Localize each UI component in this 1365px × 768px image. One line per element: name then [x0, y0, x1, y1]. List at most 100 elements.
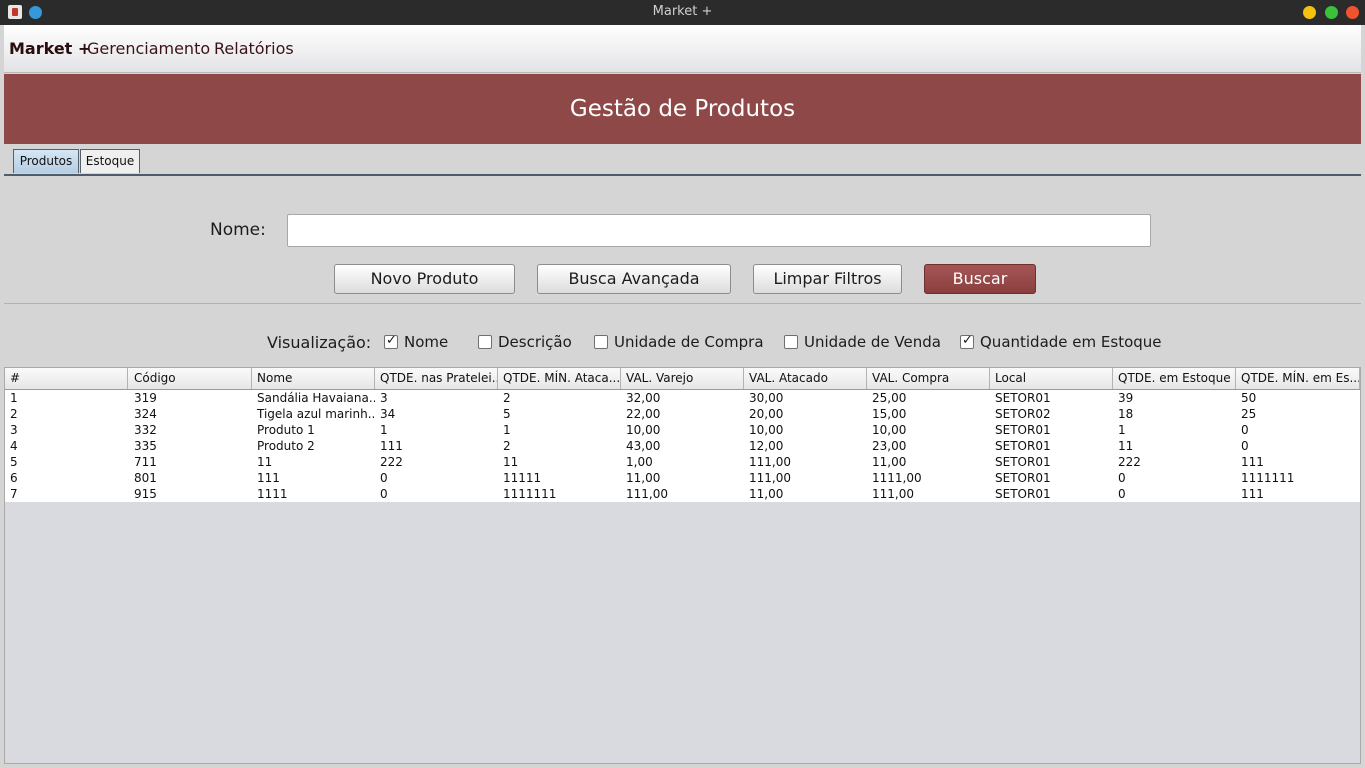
table-cell: 7 — [10, 487, 18, 501]
table-cell: SETOR01 — [995, 423, 1051, 437]
window-title: Market + — [652, 4, 713, 19]
table-cell: 335 — [134, 439, 157, 453]
menu-relatorios[interactable]: Relatórios — [214, 39, 294, 58]
unidade-compra-checkbox[interactable] — [594, 335, 608, 349]
column-header[interactable]: VAL. Varejo — [621, 368, 744, 389]
busca-avancada-button[interactable]: Busca Avançada — [537, 264, 731, 294]
table-cell: 2 — [503, 439, 511, 453]
table-cell: 20,00 — [749, 407, 784, 421]
column-header[interactable]: Local — [990, 368, 1113, 389]
table-cell: 10,00 — [749, 423, 784, 437]
column-header[interactable]: Nome — [252, 368, 375, 389]
menu-gerenciamento[interactable]: Gerenciamento — [87, 39, 210, 58]
menu-market[interactable]: Market + — [9, 39, 91, 58]
table-cell: 2 — [503, 391, 511, 405]
table-cell: 222 — [1118, 455, 1141, 469]
table-cell: 1111111 — [1241, 471, 1295, 485]
table-cell: 11 — [1118, 439, 1134, 453]
table-cell: 30,00 — [749, 391, 784, 405]
table-cell: 39 — [1118, 391, 1134, 405]
descricao-checkbox[interactable] — [478, 335, 492, 349]
table-cell: 5 — [10, 455, 18, 469]
divider — [4, 303, 1361, 304]
table-cell: SETOR02 — [995, 407, 1051, 421]
table-cell: SETOR01 — [995, 439, 1051, 453]
unidade-venda-checkbox[interactable] — [784, 335, 798, 349]
unidade-venda-checkbox-label[interactable]: Unidade de Venda — [804, 333, 941, 351]
table-row[interactable]: 3 332 Produto 1 1 1 10,00 10,00 10,00 SETOR01 1 0 — [5, 422, 1360, 438]
table-cell: 25 — [1241, 407, 1257, 421]
table-cell: 111,00 — [626, 487, 668, 501]
table-cell: 332 — [134, 423, 157, 437]
produtos-table[interactable]: # Código Nome QTDE. nas Pratelei... QTDE. MÍ… — [4, 367, 1361, 764]
table-cell: 11,00 — [872, 455, 907, 469]
table-cell: 23,00 — [872, 439, 907, 453]
nome-checkbox[interactable] — [384, 333, 398, 349]
column-header[interactable]: QTDE. nas Pratelei... — [375, 368, 498, 389]
column-header[interactable]: QTDE. em Estoque — [1113, 368, 1236, 389]
table-cell: 711 — [134, 455, 157, 469]
table-cell: SETOR01 — [995, 455, 1051, 469]
table-cell: 0 — [1241, 423, 1249, 437]
column-header[interactable]: Código — [129, 368, 252, 389]
quantidade-estoque-checkbox-label[interactable]: Quantidade em Estoque — [980, 333, 1162, 351]
column-header[interactable]: # — [5, 368, 128, 389]
quantidade-estoque-checkbox[interactable] — [960, 333, 974, 349]
table-cell: 324 — [134, 407, 157, 421]
buscar-button[interactable]: Buscar — [924, 264, 1036, 294]
table-row[interactable]: 5 711 11 222 11 1,00 111,00 11,00 SETOR01 222 111 — [5, 454, 1360, 470]
close-button[interactable] — [1346, 6, 1359, 19]
minimize-button[interactable] — [1303, 6, 1316, 19]
unidade-compra-checkbox-label[interactable]: Unidade de Compra — [614, 333, 764, 351]
table-cell: 111 — [380, 439, 403, 453]
table-cell: 319 — [134, 391, 157, 405]
novo-produto-button[interactable]: Novo Produto — [334, 264, 515, 294]
column-header[interactable]: QTDE. MÍN. Ataca... — [498, 368, 621, 389]
nome-search-input[interactable] — [287, 214, 1151, 247]
maximize-button[interactable] — [1325, 6, 1338, 19]
table-cell: SETOR01 — [995, 391, 1051, 405]
table-cell: 1 — [380, 423, 388, 437]
table-row[interactable]: 6 801 111 0 11111 11,00 111,00 1111,00 SETOR01 0 1… — [5, 470, 1360, 486]
tab-produtos[interactable]: Produtos — [13, 149, 79, 173]
column-header[interactable]: VAL. Compra — [867, 368, 990, 389]
table-cell: 1111111 — [503, 487, 557, 501]
table-cell: 0 — [1241, 439, 1249, 453]
table-cell: 43,00 — [626, 439, 661, 453]
table-cell: 915 — [134, 487, 157, 501]
limpar-filtros-button[interactable]: Limpar Filtros — [753, 264, 902, 294]
table-cell: 10,00 — [872, 423, 907, 437]
tab-bar: Produtos Estoque — [4, 144, 1361, 176]
table-cell: 50 — [1241, 391, 1257, 405]
column-header[interactable]: VAL. Atacado — [744, 368, 867, 389]
table-row[interactable]: 1 319 Sandália Havaiana... 3 2 32,00 30,00 25,0… — [5, 390, 1360, 406]
visualizacao-label: Visualização: — [267, 333, 372, 352]
table-cell: 2 — [10, 407, 18, 421]
table-cell: 11111 — [503, 471, 542, 485]
column-header[interactable]: QTDE. MÍN. em Es... — [1236, 368, 1360, 389]
table-cell: Produto 2 — [257, 439, 315, 453]
table-header: # Código Nome QTDE. nas Pratelei... QTDE. MÍ… — [5, 368, 1360, 390]
table-row[interactable]: 4 335 Produto 2 111 2 43,00 12,00 23,00 SETOR01 1… — [5, 438, 1360, 454]
table-cell: 15,00 — [872, 407, 907, 421]
descricao-checkbox-label[interactable]: Descrição — [498, 333, 572, 351]
page-header: Gestão de Produtos — [4, 74, 1361, 144]
table-row[interactable]: 2 324 Tigela azul marinh... 34 5 22,00 20,00 15… — [5, 406, 1360, 422]
table-cell: 0 — [380, 471, 388, 485]
table-cell: 10,00 — [626, 423, 661, 437]
table-cell: 18 — [1118, 407, 1134, 421]
table-cell: Tigela azul marinh... — [257, 407, 375, 421]
table-cell: 1 — [1118, 423, 1126, 437]
table-cell: 12,00 — [749, 439, 784, 453]
table-cell: 1,00 — [626, 455, 653, 469]
table-row[interactable]: 7 915 1111 0 1111111 111,00 11,00 111,00 SETOR01… — [5, 486, 1360, 502]
tab-estoque[interactable]: Estoque — [80, 149, 140, 173]
table-cell: Sandália Havaiana... — [257, 391, 375, 405]
table-cell: 6 — [10, 471, 18, 485]
nome-checkbox-label[interactable]: Nome — [404, 333, 448, 351]
table-cell: 25,00 — [872, 391, 907, 405]
table-cell: Produto 1 — [257, 423, 315, 437]
table-cell: 3 — [10, 423, 18, 437]
table-cell: 111,00 — [749, 471, 791, 485]
nome-label: Nome: — [210, 220, 266, 240]
